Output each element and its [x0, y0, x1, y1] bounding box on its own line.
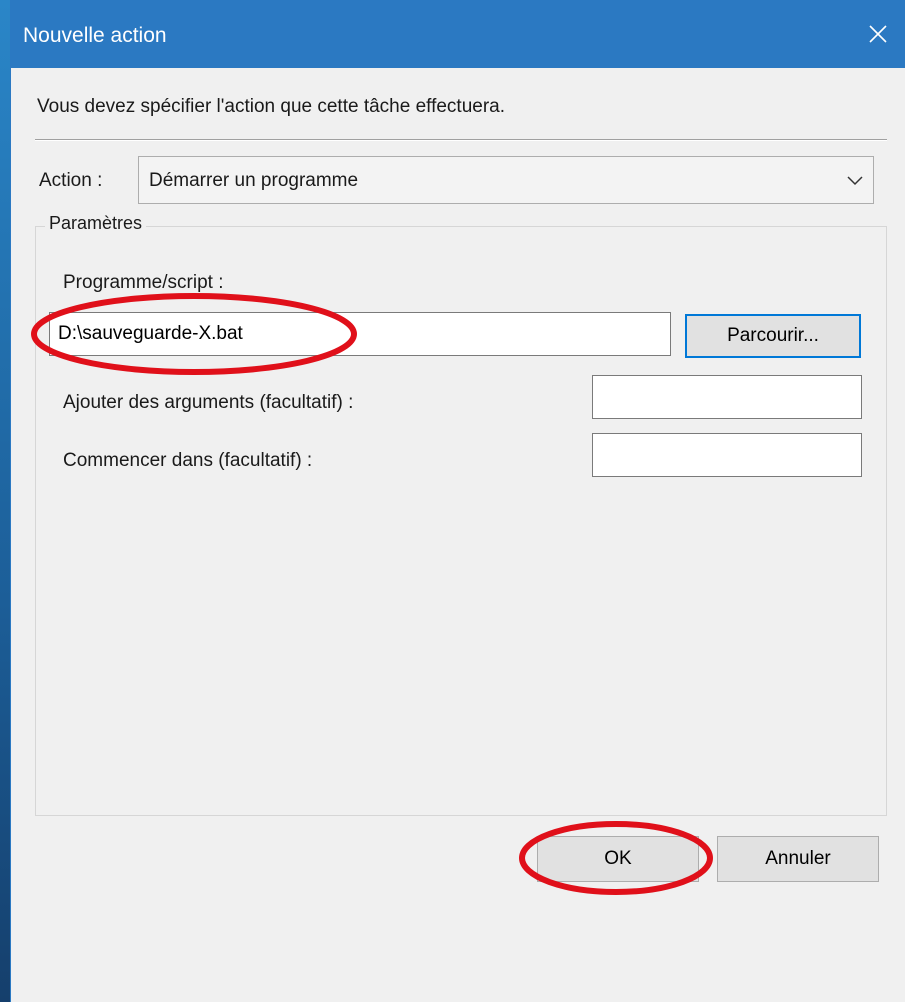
program-input[interactable]	[49, 312, 671, 356]
program-label: Programme/script :	[63, 272, 224, 293]
browse-button[interactable]: Parcourir...	[685, 314, 861, 358]
action-selected-value: Démarrer un programme	[149, 170, 359, 191]
title-bar: Nouvelle action	[11, 0, 905, 68]
action-label: Action :	[39, 170, 103, 191]
ok-button[interactable]: OK	[537, 836, 699, 882]
chevron-down-icon	[847, 176, 863, 186]
arguments-input[interactable]	[592, 375, 862, 419]
cancel-button[interactable]: Annuler	[717, 836, 879, 882]
start-in-label: Commencer dans (facultatif) :	[63, 450, 313, 471]
new-action-dialog: Nouvelle action Vous devez spécifier l'a…	[10, 0, 905, 1002]
window-title: Nouvelle action	[23, 24, 167, 47]
instruction-text: Vous devez spécifier l'action que cette …	[37, 96, 506, 117]
action-dropdown[interactable]: Démarrer un programme	[138, 156, 874, 204]
start-in-input[interactable]	[592, 433, 862, 477]
close-icon	[869, 25, 887, 43]
arguments-label: Ajouter des arguments (facultatif) :	[63, 392, 354, 413]
parameters-legend: Paramètres	[45, 213, 147, 234]
desktop-background	[0, 0, 10, 1002]
separator	[35, 139, 887, 141]
close-button[interactable]	[850, 14, 905, 54]
